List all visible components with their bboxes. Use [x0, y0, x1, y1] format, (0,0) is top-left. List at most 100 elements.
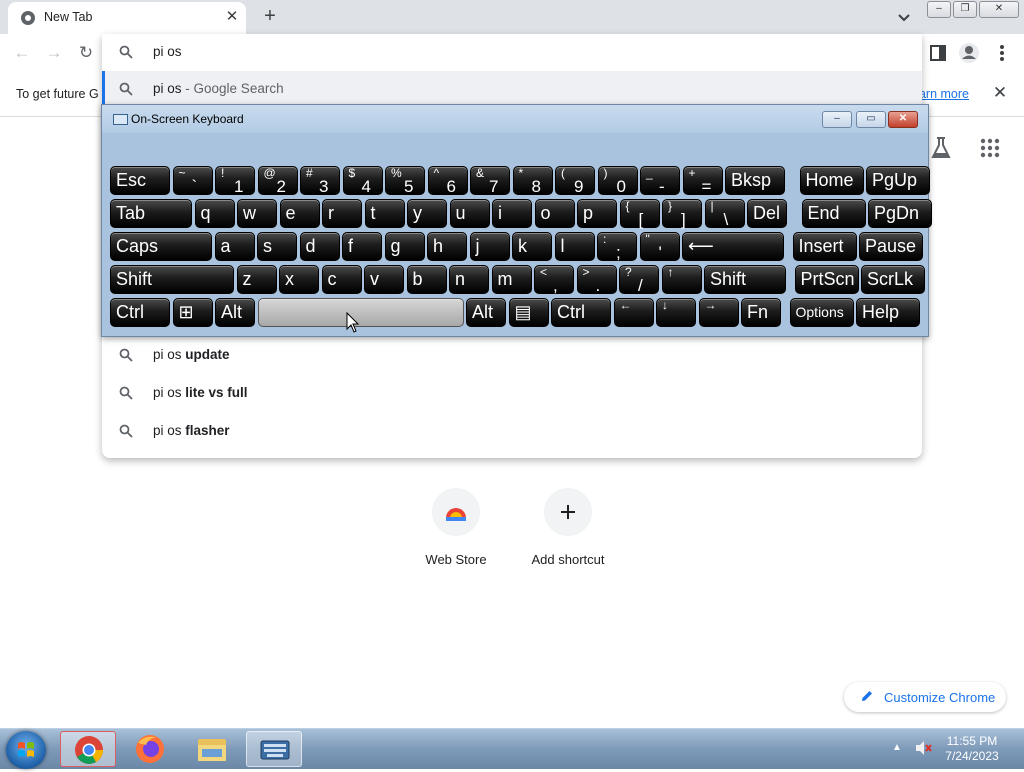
key-6[interactable]: ^ 6: [427, 166, 468, 195]
key-symbol[interactable]: ↓: [656, 298, 696, 327]
customize-chrome-button[interactable]: Customize Chrome: [844, 682, 1006, 712]
osk-maximize-button[interactable]: ▭: [856, 111, 886, 128]
key-o[interactable]: o: [534, 199, 575, 228]
key-help[interactable]: Help: [856, 298, 920, 327]
start-button[interactable]: [6, 731, 46, 769]
key-symbol[interactable]: | \: [704, 199, 745, 228]
key-l[interactable]: l: [554, 232, 595, 261]
key-m[interactable]: m: [491, 265, 532, 294]
osk-title-bar[interactable]: On-Screen Keyboard – ▭ ✕: [102, 105, 928, 133]
key-j[interactable]: j: [469, 232, 510, 261]
key-t[interactable]: t: [364, 199, 405, 228]
key-caps[interactable]: Caps: [110, 232, 212, 261]
key-q[interactable]: q: [194, 199, 235, 228]
key-insert[interactable]: Insert: [792, 232, 857, 261]
tray-expand-icon[interactable]: ▲: [892, 742, 902, 753]
key-pgup[interactable]: PgUp: [866, 166, 930, 195]
key-ctrl[interactable]: Ctrl: [110, 298, 170, 327]
forward-arrow-icon[interactable]: →: [43, 42, 65, 64]
chevron-down-icon[interactable]: [895, 8, 913, 26]
profile-avatar-icon[interactable]: [958, 42, 980, 64]
clock[interactable]: 11:55 PM 7/24/2023: [938, 734, 1006, 764]
key-5[interactable]: % 5: [385, 166, 425, 195]
reload-icon[interactable]: ↻: [75, 42, 97, 64]
key-f[interactable]: f: [342, 232, 382, 261]
suggestion-row[interactable]: pi os update: [102, 337, 922, 373]
key-alt[interactable]: Alt: [215, 298, 255, 327]
key-symbol[interactable]: + =: [682, 166, 723, 195]
key-symbol[interactable]: ~ `: [172, 166, 213, 195]
key-8[interactable]: * 8: [512, 166, 553, 195]
key-s[interactable]: s: [257, 232, 297, 261]
key-2[interactable]: @2: [257, 166, 298, 195]
back-arrow-icon[interactable]: ←: [11, 42, 33, 64]
key-h[interactable]: h: [427, 232, 467, 261]
key-b[interactable]: b: [406, 265, 447, 294]
osk-close-button[interactable]: ✕: [888, 111, 918, 128]
key-4[interactable]: $4: [342, 166, 383, 195]
key-n[interactable]: n: [449, 265, 489, 294]
osk-minimize-button[interactable]: –: [822, 111, 852, 128]
key-scrlk[interactable]: ScrLk: [861, 265, 925, 294]
key-enter[interactable]: ⟵: [682, 232, 784, 261]
key-ctrl[interactable]: Ctrl: [551, 298, 611, 327]
kebab-menu-icon[interactable]: [991, 42, 1013, 64]
key-d[interactable]: d: [299, 232, 340, 261]
key-r[interactable]: r: [322, 199, 362, 228]
shortcut-add[interactable]: Add shortcut: [508, 488, 628, 580]
key-del[interactable]: Del: [747, 199, 787, 228]
key-x[interactable]: x: [279, 265, 319, 294]
key-prtscn[interactable]: PrtScn: [794, 265, 859, 294]
key-symbol[interactable]: ? /: [619, 265, 659, 294]
key-bksp[interactable]: Bksp: [725, 166, 785, 195]
taskbar-firefox[interactable]: [122, 731, 178, 767]
key-1[interactable]: ! 1: [215, 166, 255, 195]
key-u[interactable]: u: [449, 199, 490, 228]
key-symbol[interactable]: <,: [534, 265, 574, 294]
key-z[interactable]: z: [236, 265, 277, 294]
shortcut-web-store[interactable]: Web Store: [396, 488, 516, 580]
suggestion-row[interactable]: pi os lite vs full: [102, 375, 922, 411]
key-space[interactable]: [257, 298, 464, 327]
tab-close-icon[interactable]: ✕: [222, 7, 242, 27]
key-7[interactable]: & 7: [470, 166, 510, 195]
key-alt[interactable]: Alt: [466, 298, 506, 327]
key-pause[interactable]: Pause: [859, 232, 923, 261]
key-menu[interactable]: ▤: [508, 298, 549, 327]
key-symbol[interactable]: →: [698, 298, 739, 327]
key-symbol[interactable]: " ': [639, 232, 680, 261]
key-3[interactable]: #3: [300, 166, 340, 195]
key-symbol[interactable]: _ -: [640, 166, 680, 195]
key-windows[interactable]: ⊞: [172, 298, 213, 327]
key-fn[interactable]: Fn: [741, 298, 781, 327]
suggestion-row[interactable]: pi os - Google Search: [102, 71, 922, 107]
key-shift[interactable]: Shift: [704, 265, 786, 294]
key-v[interactable]: v: [364, 265, 404, 294]
key-symbol[interactable]: {[: [619, 199, 660, 228]
info-bar-close-icon[interactable]: ✕: [990, 83, 1010, 103]
key-e[interactable]: e: [279, 199, 320, 228]
key-a[interactable]: a: [214, 232, 255, 261]
key-g[interactable]: g: [384, 232, 425, 261]
suggestion-row[interactable]: pi os flasher: [102, 413, 922, 449]
key-end[interactable]: End: [801, 199, 866, 228]
volume-muted-icon[interactable]: [914, 740, 932, 756]
taskbar-chrome[interactable]: [60, 731, 116, 767]
key-c[interactable]: c: [321, 265, 362, 294]
key-shift[interactable]: Shift: [110, 265, 234, 294]
key-0[interactable]: ) 0: [597, 166, 638, 195]
taskbar-file-explorer[interactable]: [184, 731, 240, 767]
key-i[interactable]: i: [492, 199, 532, 228]
key-p[interactable]: p: [577, 199, 617, 228]
omnibox-input[interactable]: pi os: [153, 44, 182, 59]
side-panel-icon[interactable]: [927, 42, 949, 64]
key-symbol[interactable]: }]: [662, 199, 702, 228]
window-close-button[interactable]: ✕: [979, 1, 1019, 18]
key-pgdn[interactable]: PgDn: [868, 199, 932, 228]
tab-new-tab[interactable]: New Tab ✕: [8, 2, 246, 34]
new-tab-button[interactable]: +: [259, 5, 281, 27]
key-w[interactable]: w: [237, 199, 277, 228]
labs-flask-icon[interactable]: [929, 135, 953, 161]
key-9[interactable]: (9: [555, 166, 595, 195]
key-home[interactable]: Home: [799, 166, 864, 195]
